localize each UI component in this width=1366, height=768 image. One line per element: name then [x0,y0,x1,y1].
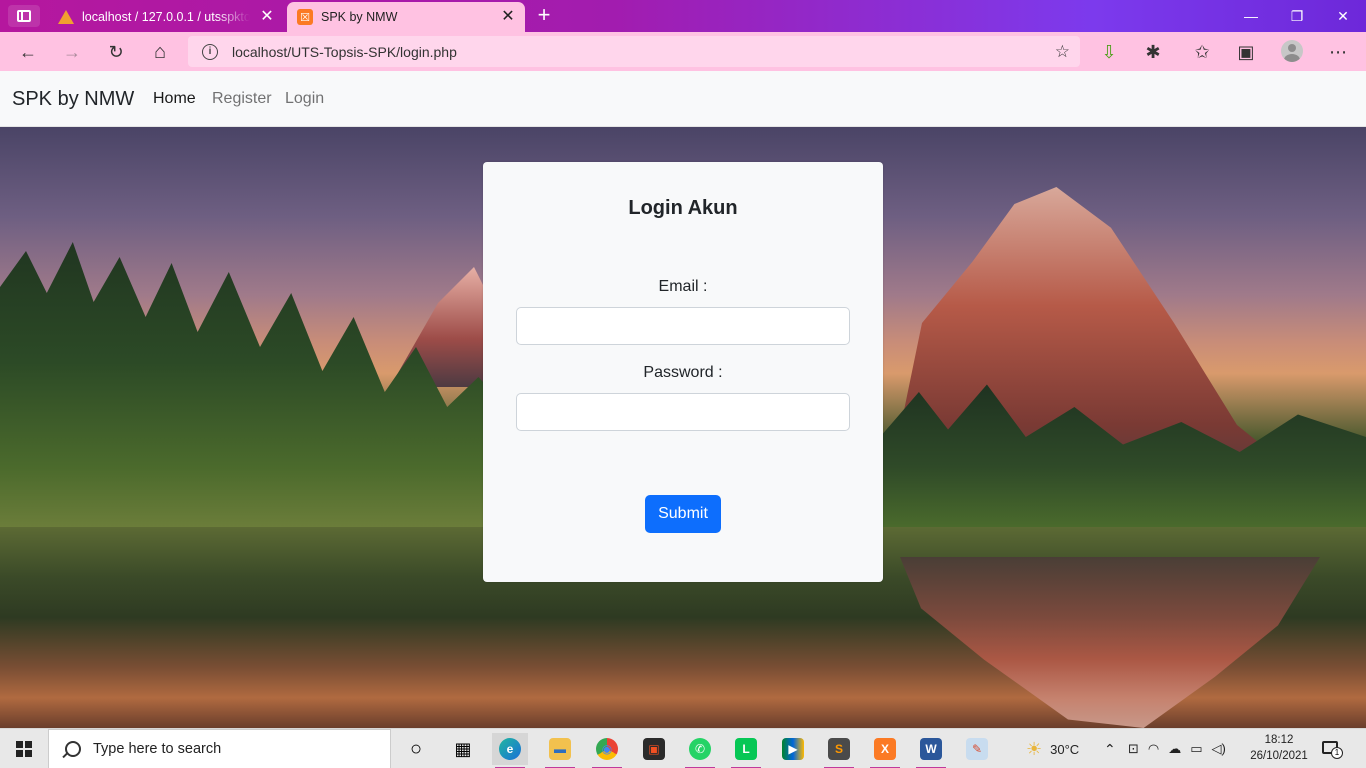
notification-center-icon[interactable]: 1 [1322,739,1343,759]
password-field[interactable] [516,393,850,431]
device-icon: ⊡ [1128,741,1139,756]
tab-actions-button[interactable] [8,5,40,27]
login-card: Login Akun Email : Password : Submit [483,162,883,582]
nav-link-register[interactable]: Register [212,90,272,108]
tab-title: SPK by NMW [321,10,398,24]
edge-icon[interactable]: e [492,733,528,768]
wifi-icon: ◠ [1147,741,1160,756]
search-placeholder: Type here to search [93,741,222,757]
phpmyadmin-icon [58,10,74,24]
browser-title-bar: localhost / 127.0.0.1 / utsspktopsis ✕ ☒… [0,0,1366,32]
chrome-icon[interactable]: ◉ [589,733,625,768]
search-icon [65,741,81,757]
back-button[interactable]: ← [13,37,43,67]
nav-link-login[interactable]: Login [285,90,324,108]
xampp-icon: ☒ [297,9,313,25]
refresh-button[interactable]: ↻ [101,37,131,67]
system-tray-icons[interactable]: ⊡ ◠ ☁ ▭ ◁) [1128,729,1226,768]
restore-button[interactable]: ❐ [1274,0,1320,32]
add-favorite-icon[interactable]: ☆ [1055,42,1070,62]
site-brand[interactable]: SPK by NMW [12,88,134,111]
login-title: Login Akun [628,197,738,219]
submit-button[interactable]: Submit [645,495,721,533]
battery-icon: ▭ [1190,741,1203,756]
extensions-icon[interactable]: ✱ [1138,37,1168,67]
weather-widget[interactable]: ☀ 30°C [1026,729,1079,768]
file-explorer-icon[interactable]: ▬ [542,733,578,768]
clock-time: 18:12 [1264,734,1294,746]
collections-icon[interactable]: ▣ [1231,37,1261,67]
paint-icon[interactable]: ✎ [959,733,995,765]
task-view-icon[interactable]: ○ [398,733,434,765]
tab-title: localhost / 127.0.0.1 / utsspktopsis [82,10,250,24]
meet-icon[interactable]: ▶ [775,733,811,765]
tab-close-button[interactable]: ✕ [499,8,517,26]
forward-button[interactable]: → [57,37,87,67]
tab-actions-icon [17,10,31,22]
windows-logo-icon [16,741,32,757]
close-window-button[interactable]: ✕ [1320,0,1366,32]
browser-toolbar: ← → ↻ ⌂ i localhost/UTS-Topsis-SPK/login… [0,32,1366,71]
show-hidden-icons-icon[interactable]: ⌃ [1104,729,1116,768]
weather-icon: ☀ [1026,738,1043,759]
volume-icon: ◁) [1211,741,1226,756]
download-extension-icon[interactable]: ⇩ [1094,37,1124,67]
notification-badge: 1 [1331,747,1343,759]
whatsapp-icon[interactable]: ✆ [682,733,718,768]
line-icon[interactable]: L [728,733,764,768]
site-navbar: SPK by NMW Home Register Login [0,71,1366,127]
home-button[interactable]: ⌂ [145,37,175,67]
windows-taskbar: Type here to search ○ ▦ e ▬ ◉ ▣ ✆ L ▶ S … [0,728,1366,768]
clock-date: 26/10/2021 [1250,750,1308,762]
tab-phpmyadmin[interactable]: localhost / 127.0.0.1 / utsspktopsis ✕ [48,2,284,32]
more-menu-icon[interactable]: ⋯ [1323,37,1353,67]
favorites-icon[interactable]: ✩ [1187,37,1217,67]
xampp-icon[interactable]: X [867,733,903,768]
tab-spk-by-nmw[interactable]: ☒ SPK by NMW ✕ [287,2,525,32]
new-tab-button[interactable]: + [532,4,556,28]
word-icon[interactable]: W [913,733,949,768]
widgets-icon[interactable]: ▦ [445,733,481,765]
taskbar-search[interactable]: Type here to search [48,729,391,768]
minimize-button[interactable]: — [1228,0,1274,32]
sublime-icon[interactable]: S [821,733,857,768]
start-button[interactable] [0,729,48,768]
password-label: Password : [643,364,723,381]
nav-link-home[interactable]: Home [153,90,196,108]
email-label: Email : [658,278,708,295]
tab-close-button[interactable]: ✕ [258,8,276,26]
profile-avatar[interactable] [1281,40,1303,62]
weather-temp: 30°C [1050,741,1080,757]
taskbar-clock[interactable]: 18:12 26/10/2021 [1240,732,1318,764]
address-url[interactable]: localhost/UTS-Topsis-SPK/login.php [232,44,457,60]
site-info-icon[interactable]: i [202,43,218,60]
email-field[interactable] [516,307,850,345]
store-icon[interactable]: ▣ [636,733,672,765]
onedrive-icon: ☁ [1168,741,1182,756]
address-bar[interactable]: i localhost/UTS-Topsis-SPK/login.php ☆ [188,36,1080,67]
